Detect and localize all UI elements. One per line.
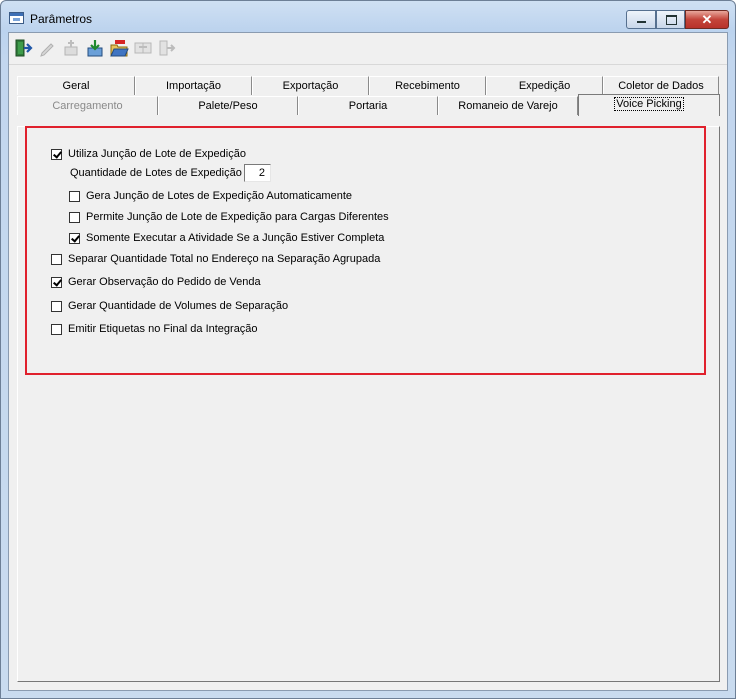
edit-pencil-icon xyxy=(39,43,54,57)
separar-quantidade-checkbox[interactable] xyxy=(51,253,62,265)
option-gera-juncao-auto[interactable]: Gera Junção de Lotes de Expedição Automa… xyxy=(69,189,352,203)
highlight-box xyxy=(25,126,706,375)
minimize-icon xyxy=(637,21,646,23)
quantidade-lotes-input[interactable]: 2 xyxy=(244,164,271,182)
tab-voice-picking[interactable]: Voice Picking xyxy=(578,94,720,116)
permite-juncao-cargas-checkbox[interactable] xyxy=(69,211,80,223)
close-icon: ✕ xyxy=(701,12,713,27)
maximize-button[interactable] xyxy=(656,10,685,29)
permite-juncao-cargas-label: Permite Junção de Lote de Expedição para… xyxy=(86,211,389,223)
option-gerar-observacao[interactable]: Gerar Observação do Pedido de Venda xyxy=(51,275,261,289)
minimize-button[interactable] xyxy=(626,10,656,29)
option-gerar-volumes[interactable]: Gerar Quantidade de Volumes de Separação xyxy=(51,299,288,313)
window-title: Parâmetros xyxy=(30,12,93,26)
utiliza-juncao-checkbox[interactable] xyxy=(51,148,62,160)
gera-juncao-auto-label: Gera Junção de Lotes de Expedição Automa… xyxy=(86,190,353,202)
quantidade-lotes-label: Quantidade de Lotes de Expedição xyxy=(70,167,242,179)
exit-button[interactable] xyxy=(11,35,34,61)
toolbar-separator xyxy=(9,64,727,65)
save-button[interactable] xyxy=(83,35,106,61)
emitir-etiquetas-label: Emitir Etiquetas no Final da Integração xyxy=(68,323,258,335)
utiliza-juncao-label: Utiliza Junção de Lote de Expedição xyxy=(68,148,246,160)
gerar-volumes-checkbox[interactable] xyxy=(51,300,62,312)
somente-executar-label: Somente Executar a Atividade Se a Junção… xyxy=(86,232,385,244)
option-somente-executar[interactable]: Somente Executar a Atividade Se a Junção… xyxy=(69,231,384,245)
open-button[interactable] xyxy=(107,35,130,61)
close-button[interactable]: ✕ xyxy=(685,10,729,29)
tab-coletor-de-dados[interactable]: Coletor de Dados xyxy=(603,76,719,95)
window-app-icon xyxy=(9,12,24,24)
gera-juncao-auto-checkbox[interactable] xyxy=(69,190,80,202)
tab-palete-peso[interactable]: Palete/Peso xyxy=(158,96,298,115)
option-separar-quantidade[interactable]: Separar Quantidade Total no Endereço na … xyxy=(51,252,380,266)
add-record-icon xyxy=(64,40,77,56)
emitir-etiquetas-checkbox[interactable] xyxy=(51,323,62,335)
tab-exportacao[interactable]: Exportação xyxy=(252,76,369,95)
parametros-window: Parâmetros ✕ Geral Importação Exportação… xyxy=(0,0,736,699)
gerar-volumes-label: Gerar Quantidade de Volumes de Separação xyxy=(68,300,289,312)
option-emitir-etiquetas[interactable]: Emitir Etiquetas no Final da Integração xyxy=(51,322,258,336)
option-utiliza-juncao[interactable]: Utiliza Junção de Lote de Expedição xyxy=(51,147,246,161)
copy-button[interactable] xyxy=(131,35,154,61)
tab-portaria[interactable]: Portaria xyxy=(298,96,438,115)
exit-door-icon xyxy=(15,39,33,57)
tab-importacao[interactable]: Importação xyxy=(135,76,252,95)
tab-carregamento[interactable]: Carregamento xyxy=(17,96,158,115)
gerar-observacao-checkbox[interactable] xyxy=(51,276,62,288)
tab-expedicao[interactable]: Expedição xyxy=(486,76,603,95)
edit-button[interactable] xyxy=(35,35,58,61)
copy-record-icon xyxy=(134,42,151,54)
save-download-icon xyxy=(87,40,102,57)
add-button[interactable] xyxy=(59,35,82,61)
export-arrow-icon xyxy=(159,40,175,56)
tab-geral[interactable]: Geral xyxy=(17,76,135,95)
export-button[interactable] xyxy=(155,35,178,61)
title-bar[interactable]: Parâmetros ✕ xyxy=(1,1,735,33)
option-permite-juncao-cargas[interactable]: Permite Junção de Lote de Expedição para… xyxy=(69,210,389,224)
somente-executar-checkbox[interactable] xyxy=(69,232,80,244)
maximize-icon xyxy=(666,15,677,25)
tab-recebimento[interactable]: Recebimento xyxy=(369,76,486,95)
tab-romaneio-de-varejo[interactable]: Romaneio de Varejo xyxy=(438,96,578,115)
separar-quantidade-label: Separar Quantidade Total no Endereço na … xyxy=(68,253,381,265)
open-folder-icon xyxy=(109,40,129,57)
gerar-observacao-label: Gerar Observação do Pedido de Venda xyxy=(68,276,261,288)
